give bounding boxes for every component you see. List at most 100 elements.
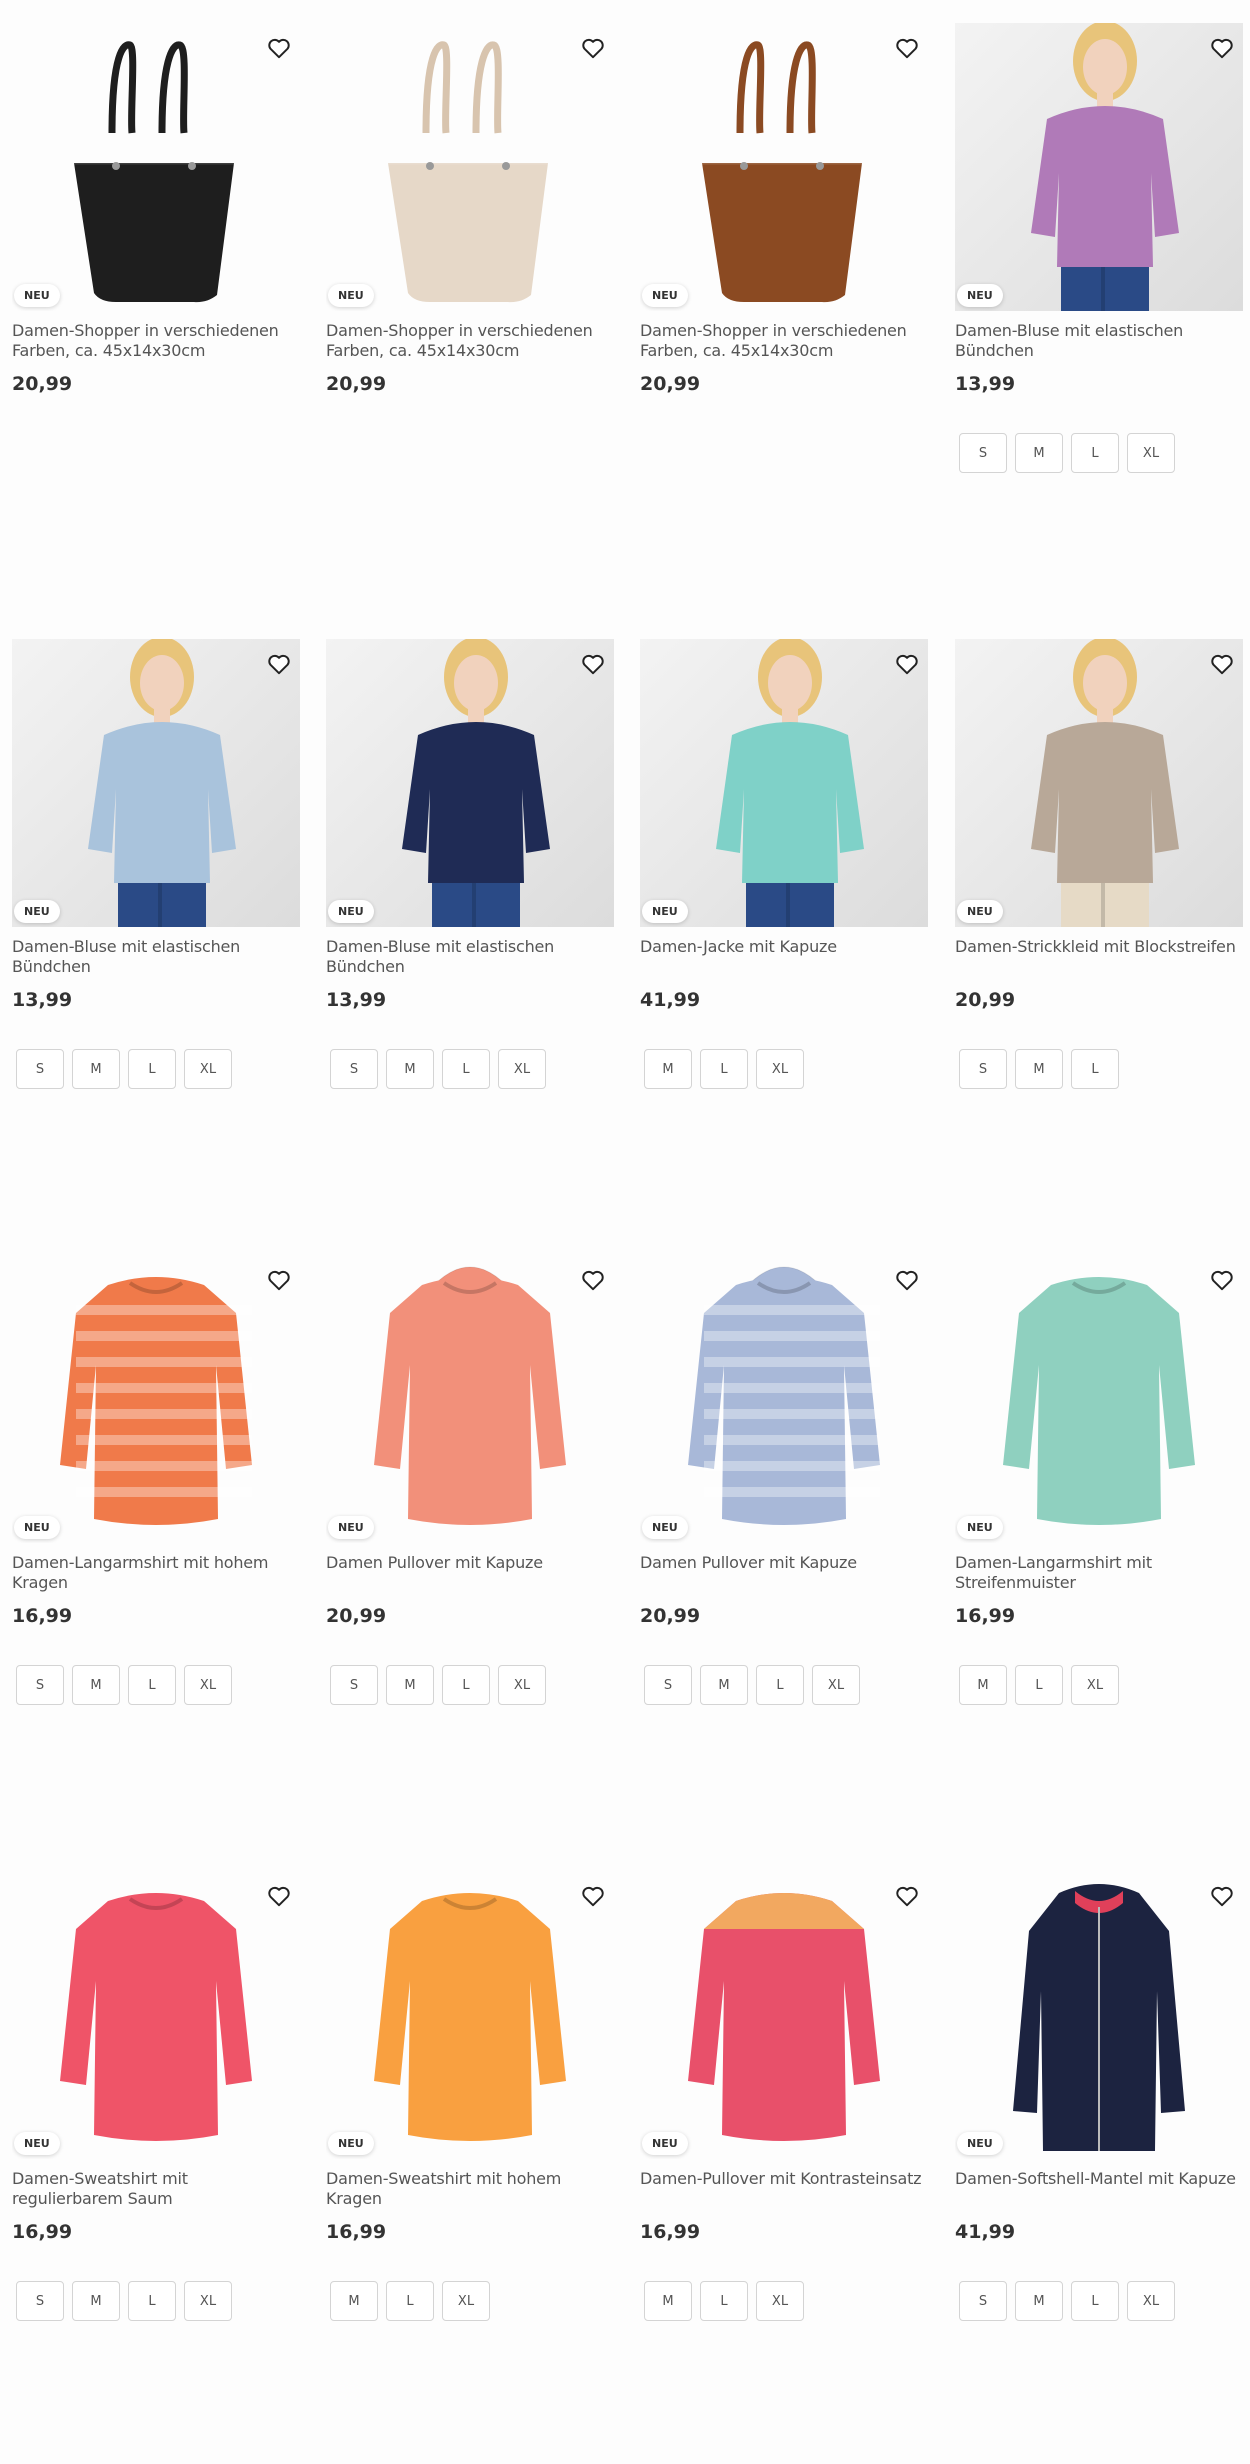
size-option-xl[interactable]: XL <box>1127 433 1175 473</box>
product-card[interactable]: NEU Damen-Langarmshirt mit Streifenmuist… <box>955 1255 1243 1705</box>
size-option-m[interactable]: M <box>1015 1049 1063 1089</box>
size-option-s[interactable]: S <box>959 2281 1007 2321</box>
product-image[interactable]: NEU <box>326 1255 614 1543</box>
size-option-xl[interactable]: XL <box>812 1665 860 1705</box>
product-title[interactable]: Damen-Shopper in verschiedenen Farben, c… <box>326 321 614 361</box>
wishlist-heart-icon[interactable] <box>894 1267 920 1293</box>
size-option-s[interactable]: S <box>16 2281 64 2321</box>
product-title[interactable]: Damen-Langarmshirt mit hohem Kragen <box>12 1553 300 1593</box>
product-card[interactable]: NEU Damen-Pullover mit Kontrasteinsatz 1… <box>640 1871 928 2321</box>
size-option-l[interactable]: L <box>1071 1049 1119 1089</box>
size-option-m[interactable]: M <box>1015 433 1063 473</box>
size-option-s[interactable]: S <box>16 1049 64 1089</box>
size-option-m[interactable]: M <box>330 2281 378 2321</box>
product-image[interactable]: NEU <box>640 23 928 311</box>
product-image[interactable]: NEU <box>640 1871 928 2159</box>
product-card[interactable]: NEU Damen-Shopper in verschiedenen Farbe… <box>12 23 300 433</box>
size-option-xl[interactable]: XL <box>1127 2281 1175 2321</box>
size-option-xl[interactable]: XL <box>184 2281 232 2321</box>
product-image[interactable]: NEU <box>640 639 928 927</box>
product-image[interactable]: NEU <box>955 1255 1243 1543</box>
size-option-m[interactable]: M <box>72 1665 120 1705</box>
size-option-l[interactable]: L <box>700 2281 748 2321</box>
size-option-l[interactable]: L <box>442 1049 490 1089</box>
size-option-m[interactable]: M <box>644 2281 692 2321</box>
product-image[interactable]: NEU <box>640 1255 928 1543</box>
size-option-s[interactable]: S <box>644 1665 692 1705</box>
product-image[interactable]: NEU <box>12 1871 300 2159</box>
wishlist-heart-icon[interactable] <box>1209 35 1235 61</box>
wishlist-heart-icon[interactable] <box>894 1883 920 1909</box>
size-option-m[interactable]: M <box>72 2281 120 2321</box>
product-image[interactable]: NEU <box>12 23 300 311</box>
wishlist-heart-icon[interactable] <box>580 651 606 677</box>
product-title[interactable]: Damen Pullover mit Kapuze <box>640 1553 928 1593</box>
product-card[interactable]: NEU Damen-Bluse mit elastischen Bündchen… <box>12 639 300 1089</box>
size-option-m[interactable]: M <box>700 1665 748 1705</box>
size-option-l[interactable]: L <box>128 1665 176 1705</box>
product-card[interactable]: NEU Damen-Bluse mit elastischen Bündchen… <box>955 23 1243 473</box>
size-option-m[interactable]: M <box>1015 2281 1063 2321</box>
size-option-xl[interactable]: XL <box>756 2281 804 2321</box>
wishlist-heart-icon[interactable] <box>580 35 606 61</box>
product-card[interactable]: NEU Damen-Shopper in verschiedenen Farbe… <box>326 23 614 433</box>
size-option-xl[interactable]: XL <box>1071 1665 1119 1705</box>
wishlist-heart-icon[interactable] <box>1209 651 1235 677</box>
wishlist-heart-icon[interactable] <box>1209 1883 1235 1909</box>
product-title[interactable]: Damen-Langarmshirt mit Streifenmuister <box>955 1553 1243 1593</box>
product-title[interactable]: Damen-Sweatshirt mit regulierbarem Saum <box>12 2169 300 2209</box>
size-option-m[interactable]: M <box>386 1665 434 1705</box>
product-image[interactable]: NEU <box>12 639 300 927</box>
product-title[interactable]: Damen-Shopper in verschiedenen Farben, c… <box>12 321 300 361</box>
wishlist-heart-icon[interactable] <box>1209 1267 1235 1293</box>
size-option-xl[interactable]: XL <box>442 2281 490 2321</box>
product-image[interactable]: NEU <box>955 639 1243 927</box>
product-image[interactable]: NEU <box>326 1871 614 2159</box>
product-image[interactable]: NEU <box>12 1255 300 1543</box>
size-option-xl[interactable]: XL <box>184 1049 232 1089</box>
size-option-s[interactable]: S <box>959 1049 1007 1089</box>
wishlist-heart-icon[interactable] <box>266 651 292 677</box>
size-option-xl[interactable]: XL <box>184 1665 232 1705</box>
product-card[interactable]: NEU Damen-Strickkleid mit Blockstreifen … <box>955 639 1243 1089</box>
size-option-s[interactable]: S <box>330 1665 378 1705</box>
size-option-m[interactable]: M <box>644 1049 692 1089</box>
product-card[interactable]: NEU Damen-Sweatshirt mit hohem Kragen 16… <box>326 1871 614 2321</box>
size-option-m[interactable]: M <box>386 1049 434 1089</box>
size-option-l[interactable]: L <box>756 1665 804 1705</box>
wishlist-heart-icon[interactable] <box>894 35 920 61</box>
size-option-l[interactable]: L <box>1071 2281 1119 2321</box>
product-title[interactable]: Damen-Shopper in verschiedenen Farben, c… <box>640 321 928 361</box>
size-option-l[interactable]: L <box>128 2281 176 2321</box>
product-title[interactable]: Damen-Sweatshirt mit hohem Kragen <box>326 2169 614 2209</box>
product-card[interactable]: NEU Damen-Softshell-Mantel mit Kapuze 41… <box>955 1871 1243 2321</box>
size-option-m[interactable]: M <box>72 1049 120 1089</box>
size-option-xl[interactable]: XL <box>498 1049 546 1089</box>
size-option-l[interactable]: L <box>1015 1665 1063 1705</box>
product-card[interactable]: NEU Damen-Jacke mit Kapuze 41,99 M L XL <box>640 639 928 1089</box>
size-option-xl[interactable]: XL <box>498 1665 546 1705</box>
size-option-s[interactable]: S <box>16 1665 64 1705</box>
product-image[interactable]: NEU <box>955 1871 1243 2159</box>
product-title[interactable]: Damen-Jacke mit Kapuze <box>640 937 928 977</box>
size-option-l[interactable]: L <box>442 1665 490 1705</box>
product-card[interactable]: NEU Damen Pullover mit Kapuze 20,99 SMLX… <box>640 1255 928 1705</box>
product-card[interactable]: NEU Damen Pullover mit Kapuze 20,99 SMLX… <box>326 1255 614 1705</box>
product-image[interactable]: NEU <box>326 639 614 927</box>
size-option-l[interactable]: L <box>386 2281 434 2321</box>
product-card[interactable]: NEU Damen-Langarmshirt mit hohem Kragen … <box>12 1255 300 1705</box>
wishlist-heart-icon[interactable] <box>580 1883 606 1909</box>
wishlist-heart-icon[interactable] <box>580 1267 606 1293</box>
wishlist-heart-icon[interactable] <box>266 1267 292 1293</box>
product-title[interactable]: Damen-Strickkleid mit Blockstreifen <box>955 937 1243 977</box>
product-title[interactable]: Damen-Bluse mit elastischen Bündchen <box>12 937 300 977</box>
product-card[interactable]: NEU Damen-Bluse mit elastischen Bündchen… <box>326 639 614 1089</box>
product-title[interactable]: Damen-Bluse mit elastischen Bündchen <box>326 937 614 977</box>
product-title[interactable]: Damen-Bluse mit elastischen Bündchen <box>955 321 1243 361</box>
product-image[interactable]: NEU <box>326 23 614 311</box>
product-card[interactable]: NEU Damen-Sweatshirt mit regulierbarem S… <box>12 1871 300 2321</box>
size-option-l[interactable]: L <box>700 1049 748 1089</box>
size-option-m[interactable]: M <box>959 1665 1007 1705</box>
product-title[interactable]: Damen-Pullover mit Kontrasteinsatz <box>640 2169 928 2209</box>
size-option-s[interactable]: S <box>959 433 1007 473</box>
